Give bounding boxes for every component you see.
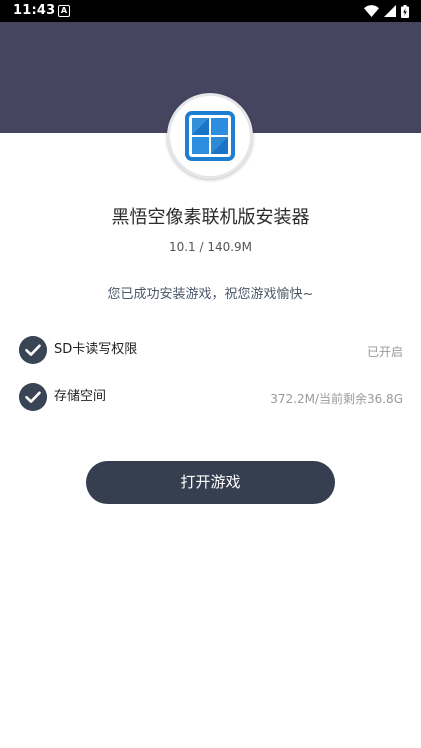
permission-value: 已开启 xyxy=(366,345,403,359)
check-circle-icon xyxy=(19,336,47,364)
permission-label: 存储空间 xyxy=(54,389,107,404)
permission-row-storage: 存储空间 372.2M/当前剩余36.8G xyxy=(19,383,403,413)
wifi-icon xyxy=(364,5,379,17)
app-size: 10.1 / 140.9M xyxy=(168,240,253,254)
windows-logo-icon xyxy=(185,111,235,161)
battery-icon xyxy=(401,4,409,18)
permission-row-sd-card: SD卡读写权限 已开启 xyxy=(19,336,403,366)
open-game-button[interactable]: 打开游戏 xyxy=(86,461,335,504)
signal-icon xyxy=(384,5,396,17)
permission-value: 372.2M/当前剩余36.8G xyxy=(270,392,403,406)
app-logo xyxy=(167,93,253,179)
success-message: 您已成功安装游戏，祝您游戏愉快~ xyxy=(107,287,314,302)
permission-label: SD卡读写权限 xyxy=(54,342,138,357)
check-circle-icon xyxy=(19,383,47,411)
status-time: 11:43 xyxy=(13,3,56,18)
notification-a-icon: A xyxy=(58,5,70,17)
app-title: 黑悟空像素联机版安装器 xyxy=(111,207,310,228)
status-bar: 11:43 A xyxy=(0,0,421,22)
status-icons xyxy=(364,4,409,18)
